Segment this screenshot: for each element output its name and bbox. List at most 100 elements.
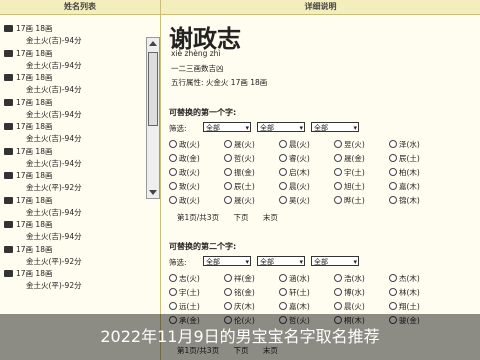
char-option[interactable]: 锦(木): [389, 195, 420, 206]
char-option[interactable]: 哲(火): [224, 153, 255, 164]
char-option[interactable]: 浩(水): [334, 273, 365, 284]
folder-icon: [4, 245, 13, 253]
folder-icon: [4, 172, 13, 179]
list-item[interactable]: 17画 18画 金土火(平)-92分: [4, 268, 144, 293]
char-option[interactable]: 杰(木): [389, 273, 420, 284]
list-item[interactable]: 17画 18画金土火(吉)-94分: [4, 97, 144, 122]
group-row[interactable]: 17画 18画: [4, 170, 52, 182]
char-option[interactable]: 晨(火): [279, 181, 310, 192]
char-option[interactable]: 昊(火): [279, 195, 310, 206]
char-option[interactable]: 辰(土): [389, 153, 420, 164]
group-row[interactable]: 17画 18画: [4, 72, 52, 84]
char-option[interactable]: 辰(土): [224, 181, 255, 192]
char-option[interactable]: 振(金): [224, 167, 255, 178]
char-option[interactable]: 晟(火): [224, 139, 255, 150]
char-option[interactable]: 政(火): [169, 195, 200, 206]
group-label: 17画 18画: [16, 48, 53, 58]
folder-icon: [4, 196, 13, 204]
char-option[interactable]: 政(火): [169, 139, 200, 150]
name-list-panel: 17画 18画 金土火(吉)-94分 17画 18画 金土火(吉)-94分 17画 18…: [0, 15, 161, 360]
detail-panel: 谢政志 xiè zhèng zhì 一二三画数吉凶 五行属性: 火金火 17画 …: [161, 15, 480, 360]
section1-filter-1[interactable]: 全部: [203, 122, 251, 133]
list-item[interactable]: 17画 18画 金土火(吉)-94分: [4, 121, 144, 146]
list-item[interactable]: 17画 18画金土火(吉)-94分: [4, 48, 144, 73]
char-option[interactable]: 晟(火): [224, 195, 255, 206]
group-row[interactable]: 17画 18画: [4, 97, 52, 109]
section2-filter-3[interactable]: 全部: [311, 256, 359, 267]
char-option[interactable]: 旭(土): [334, 181, 365, 192]
char-option[interactable]: 致(火): [169, 181, 200, 192]
section2-filter-1[interactable]: 全部: [203, 256, 251, 267]
char-option[interactable]: 嘉(木): [279, 301, 310, 312]
next-page-link[interactable]: 下页: [233, 213, 248, 222]
char-option[interactable]: 政(金): [169, 153, 200, 164]
name-meta[interactable]: 金土火(吉)-94分: [26, 133, 82, 145]
page-info: 第1页/共3页: [177, 213, 220, 222]
group-row[interactable]: 17画 18画: [4, 48, 52, 60]
group-row[interactable]: 17画 18画: [4, 219, 52, 231]
char-option[interactable]: 宇(土): [169, 287, 200, 298]
list-item[interactable]: 17画 18画金土火(吉)-94分: [4, 219, 144, 244]
char-option[interactable]: 志(火): [169, 273, 200, 284]
char-option[interactable]: 启(木): [279, 167, 310, 178]
detail-line-3: 五行属性: 火金火 17画 18画: [171, 78, 268, 87]
char-option[interactable]: 晨(火): [334, 301, 365, 312]
char-option[interactable]: 嘉(木): [389, 181, 420, 192]
char-option[interactable]: 博(水): [334, 287, 365, 298]
list-item[interactable]: 17画 18画 金土火(平)-92分: [4, 244, 144, 269]
char-option[interactable]: 晔(土): [334, 195, 365, 206]
name-meta[interactable]: 金土火(吉)-94分: [26, 158, 82, 170]
name-meta[interactable]: 金土火(平)-92分: [26, 256, 82, 268]
char-option[interactable]: 林(木): [389, 287, 420, 298]
char-option[interactable]: 宇(土): [334, 167, 365, 178]
group-row[interactable]: 17画 18画: [4, 121, 52, 133]
char-option[interactable]: 晟(金): [334, 153, 365, 164]
name-meta[interactable]: 金土火(平)-92分: [26, 280, 82, 292]
list-item[interactable]: 17画 18画 金土火(吉)-94分: [4, 146, 144, 171]
char-option[interactable]: 晨(火): [279, 139, 310, 150]
section2-filter-2[interactable]: 全部: [257, 256, 305, 267]
name-meta[interactable]: 金土火(平)-92分: [26, 182, 82, 194]
char-option[interactable]: 翔(土): [389, 301, 420, 312]
group-row[interactable]: 17画 18画: [4, 23, 52, 35]
char-option[interactable]: 祥(金): [224, 273, 255, 284]
name-meta[interactable]: 金土火(吉)-94分: [26, 60, 82, 72]
group-row[interactable]: 17画 18画: [4, 244, 52, 256]
char-option[interactable]: 睿(火): [279, 153, 310, 164]
name-meta[interactable]: 金土火(吉)-94分: [26, 35, 82, 47]
list-item[interactable]: 17画 18画 金土火(吉)-94分: [4, 195, 144, 220]
char-option[interactable]: 政(火): [169, 167, 200, 178]
list-item[interactable]: 17画 18画 金土火(平)-92分: [4, 170, 144, 195]
scroll-up-icon[interactable]: [149, 41, 157, 46]
name-meta[interactable]: 金土火(吉)-94分: [26, 207, 82, 219]
group-row[interactable]: 17画 18画: [4, 195, 52, 207]
char-option[interactable]: 庆(木): [224, 301, 255, 312]
char-option[interactable]: 铭(金): [224, 287, 255, 298]
name-meta[interactable]: 金土火(吉)-94分: [26, 231, 82, 243]
group-label: 17画 18画: [16, 73, 53, 82]
caption-banner: 2022年11月9日的男宝宝名字取名推荐: [0, 314, 480, 360]
scroll-down-icon[interactable]: [149, 190, 157, 195]
folder-icon: [4, 98, 13, 106]
scroll-thumb[interactable]: [148, 52, 158, 126]
group-label: 17画 18画: [16, 97, 53, 107]
char-option[interactable]: 轩(土): [279, 287, 310, 298]
section1-filter-3[interactable]: 全部: [311, 122, 359, 133]
section1-filter-2[interactable]: 全部: [257, 122, 305, 133]
char-option[interactable]: 柏(木): [389, 167, 420, 178]
char-option[interactable]: 泽(水): [389, 139, 420, 150]
name-meta[interactable]: 金土火(吉)-94分: [26, 109, 82, 121]
char-option[interactable]: 昱(火): [334, 139, 365, 150]
group-row[interactable]: 17画 18画: [4, 268, 52, 280]
char-option[interactable]: 远(土): [169, 301, 200, 312]
folder-icon: [4, 147, 13, 155]
char-option[interactable]: 涵(水): [279, 273, 310, 284]
detail-line-2: 一二三画数吉凶: [171, 64, 224, 73]
last-page-link[interactable]: 末页: [263, 213, 278, 222]
group-row[interactable]: 17画 18画: [4, 146, 52, 158]
name-meta[interactable]: 金土火(吉)-94分: [26, 84, 82, 96]
list-item[interactable]: 17画 18画 金土火(吉)-94分: [4, 23, 144, 48]
group-label: 17画 18画: [16, 220, 53, 229]
list-item[interactable]: 17画 18画金土火(吉)-94分: [4, 72, 144, 97]
vertical-scrollbar[interactable]: [146, 37, 160, 199]
